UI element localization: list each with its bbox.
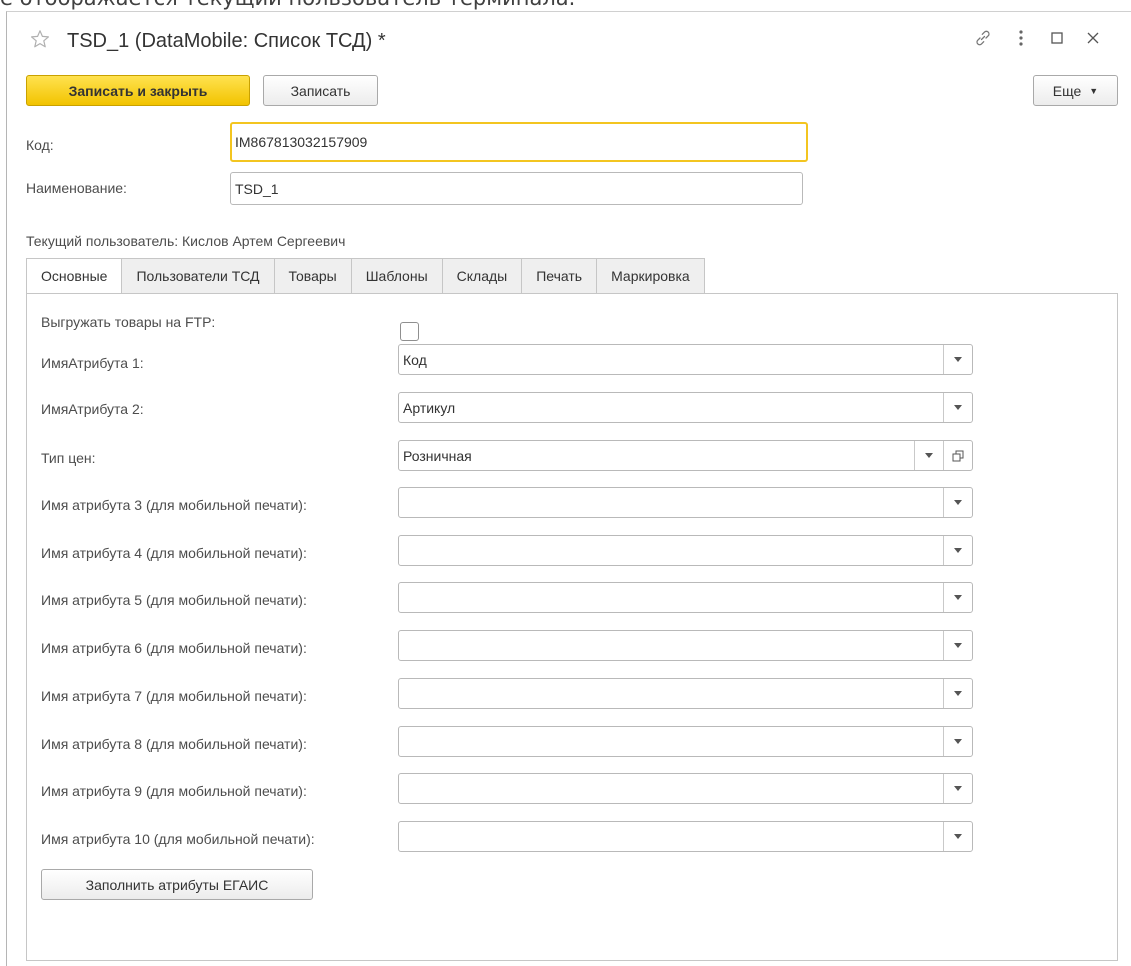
- attr1-select[interactable]: Код: [398, 344, 973, 375]
- save-button[interactable]: Записать: [263, 75, 378, 106]
- tab-print[interactable]: Печать: [522, 258, 598, 294]
- tab-marking[interactable]: Маркировка: [597, 258, 705, 294]
- mobile-attr-value: [399, 631, 943, 660]
- dropdown-arrow-icon[interactable]: [943, 583, 972, 612]
- mobile-attr-label: Имя атрибута 7 (для мобильной печати):: [41, 688, 307, 704]
- close-icon[interactable]: [1082, 27, 1104, 49]
- mobile-attr-label: Имя атрибута 5 (для мобильной печати):: [41, 592, 307, 608]
- tab-main[interactable]: Основные: [26, 258, 123, 294]
- mobile-attr-value: [399, 727, 943, 756]
- ftp-label: Выгружать товары на FTP:: [41, 314, 216, 330]
- mobile-attr-label: Имя атрибута 10 (для мобильной печати):: [41, 831, 315, 847]
- mobile-attr-value: [399, 488, 943, 517]
- maximize-icon[interactable]: [1046, 27, 1068, 49]
- dropdown-arrow-icon[interactable]: [943, 631, 972, 660]
- dropdown-arrow-icon[interactable]: [943, 679, 972, 708]
- mobile-attr-select[interactable]: [398, 582, 973, 613]
- tab-templates[interactable]: Шаблоны: [351, 258, 443, 294]
- mobile-attr-select[interactable]: [398, 678, 973, 709]
- fill-egais-attributes-button[interactable]: Заполнить атрибуты ЕГАИС: [41, 869, 313, 900]
- dropdown-arrow-icon[interactable]: [943, 345, 972, 374]
- mobile-attr-label: Имя атрибута 6 (для мобильной печати):: [41, 640, 307, 656]
- menu-icon[interactable]: [1010, 27, 1032, 49]
- attr2-select[interactable]: Артикул: [398, 392, 973, 423]
- more-button[interactable]: Еще ▼: [1033, 75, 1118, 106]
- mobile-attr-select[interactable]: [398, 535, 973, 566]
- dropdown-arrow-icon[interactable]: [943, 727, 972, 756]
- dropdown-arrow-icon[interactable]: [943, 393, 972, 422]
- attr1-value: Код: [403, 351, 427, 368]
- mobile-attr-label: Имя атрибута 4 (для мобильной печати):: [41, 545, 307, 561]
- mobile-attr-label: Имя атрибута 9 (для мобильной печати):: [41, 783, 307, 799]
- mobile-attr-select[interactable]: [398, 487, 973, 518]
- mobile-attr-label: Имя атрибута 3 (для мобильной печати):: [41, 497, 307, 513]
- dropdown-arrow-icon[interactable]: [943, 774, 972, 803]
- code-value: IM867813032157909: [235, 134, 368, 150]
- mobile-attr-select[interactable]: [398, 726, 973, 757]
- name-value: TSD_1: [235, 180, 279, 197]
- mobile-attr-value: [399, 536, 943, 565]
- mobile-attr-value: [399, 774, 943, 803]
- dropdown-arrow-icon[interactable]: [943, 822, 972, 851]
- mobile-attr-value: [399, 822, 943, 851]
- mobile-attr-select[interactable]: [398, 821, 973, 852]
- save-and-close-button[interactable]: Записать и закрыть: [26, 75, 250, 106]
- tab-goods[interactable]: Товары: [274, 258, 352, 294]
- link-icon[interactable]: [972, 27, 994, 49]
- open-form-icon[interactable]: [943, 441, 972, 470]
- star-icon[interactable]: [30, 29, 50, 49]
- tab-tsd-users[interactable]: Пользователи ТСД: [122, 258, 275, 294]
- name-field[interactable]: TSD_1: [230, 172, 803, 205]
- mobile-attr-select[interactable]: [398, 630, 973, 661]
- background-caption: е отображается текущий пользователь терм…: [0, 0, 575, 10]
- dropdown-arrow-icon[interactable]: [943, 488, 972, 517]
- ftp-checkbox[interactable]: [400, 322, 419, 341]
- code-label: Код:: [26, 137, 54, 153]
- code-field[interactable]: IM867813032157909: [230, 122, 808, 162]
- price-type-value: Розничная: [403, 447, 472, 464]
- mobile-attr-value: [399, 583, 943, 612]
- attr1-label: ИмяАтрибута 1:: [41, 355, 144, 371]
- more-button-label: Еще: [1052, 82, 1082, 99]
- chevron-down-icon: ▼: [1089, 85, 1099, 96]
- attr2-value: Артикул: [403, 399, 456, 416]
- current-user-text: Текущий пользователь: Кислов Артем Серге…: [26, 233, 346, 249]
- title-bar: TSD_1 (DataMobile: Список ТСД) *: [7, 12, 1131, 62]
- mobile-attr-label: Имя атрибута 8 (для мобильной печати):: [41, 736, 307, 752]
- window-title: TSD_1 (DataMobile: Список ТСД) *: [67, 30, 386, 52]
- tab-bar: Основные Пользователи ТСД Товары Шаблоны…: [26, 258, 705, 294]
- mobile-attr-value: [399, 679, 943, 708]
- price-type-select[interactable]: Розничная: [398, 440, 973, 471]
- mobile-attr-select[interactable]: [398, 773, 973, 804]
- dropdown-arrow-icon[interactable]: [943, 536, 972, 565]
- name-label: Наименование:: [26, 180, 127, 196]
- attr2-label: ИмяАтрибута 2:: [41, 401, 144, 417]
- form-window: TSD_1 (DataMobile: Список ТСД) * Записат…: [6, 11, 1131, 966]
- price-type-label: Тип цен:: [41, 450, 96, 466]
- dropdown-arrow-icon[interactable]: [914, 441, 943, 470]
- tab-warehouses[interactable]: Склады: [442, 258, 523, 294]
